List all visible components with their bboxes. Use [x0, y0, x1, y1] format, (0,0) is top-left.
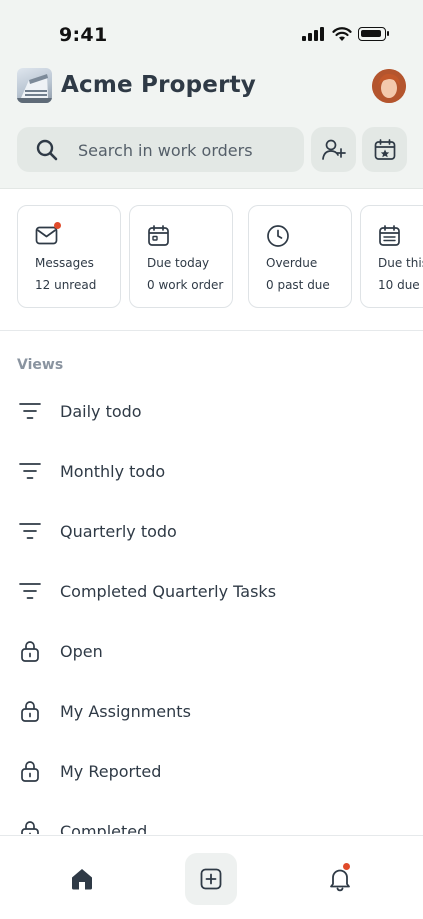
nav-add-button[interactable] — [185, 853, 237, 905]
lock-icon — [21, 821, 39, 834]
calendar-icon — [148, 225, 169, 246]
home-icon — [72, 869, 92, 890]
view-item-completed-quarterly[interactable]: Completed Quarterly Tasks — [0, 562, 423, 622]
view-item-completed[interactable]: Completed — [0, 802, 423, 834]
clock-icon — [267, 225, 289, 247]
search-placeholder: Search in work orders — [78, 141, 253, 160]
view-item-label: Quarterly todo — [60, 522, 177, 541]
view-item-my-assignments[interactable]: My Assignments — [0, 682, 423, 742]
due-this-card[interactable]: Due this 10 due in — [360, 205, 423, 308]
quick-cards: Messages 12 unread Due today 0 work orde… — [17, 205, 423, 309]
filter-icon — [19, 523, 41, 539]
view-item-label: Daily todo — [60, 402, 142, 421]
search-input[interactable]: Search in work orders — [17, 127, 304, 172]
view-item-monthly-todo[interactable]: Monthly todo — [0, 442, 423, 502]
bell-icon — [330, 869, 350, 892]
section-divider — [0, 330, 423, 331]
filter-icon — [19, 463, 41, 479]
avatar[interactable] — [372, 69, 406, 103]
views-list: Daily todo Monthly todo Quarterly todo C… — [0, 382, 423, 834]
card-subtitle: 0 work order — [147, 278, 224, 292]
view-item-quarterly-todo[interactable]: Quarterly todo — [0, 502, 423, 562]
calendar-list-icon — [379, 225, 400, 246]
views-section-title: Views — [17, 357, 64, 373]
card-subtitle: 10 due in — [378, 278, 423, 292]
add-user-icon — [321, 139, 346, 160]
view-item-open[interactable]: Open — [0, 622, 423, 682]
nav-notifications-button[interactable] — [314, 853, 366, 905]
nav-home-button[interactable] — [56, 853, 108, 905]
battery-icon — [358, 27, 389, 41]
card-title: Messages — [35, 256, 94, 270]
view-item-label: My Reported — [60, 762, 162, 781]
bottom-nav — [0, 835, 423, 919]
due-today-card[interactable]: Due today 0 work order — [129, 205, 233, 308]
view-item-my-reported[interactable]: My Reported — [0, 742, 423, 802]
view-item-label: Completed Quarterly Tasks — [60, 582, 277, 601]
calendar-star-button[interactable] — [362, 127, 407, 172]
add-user-button[interactable] — [311, 127, 356, 172]
card-title: Due today — [147, 256, 210, 270]
signal-icon — [302, 27, 324, 41]
view-item-label: My Assignments — [60, 702, 191, 721]
status-time: 9:41 — [59, 24, 108, 46]
card-subtitle: 12 unread — [35, 278, 97, 292]
wifi-icon — [332, 27, 352, 41]
add-square-icon — [200, 868, 222, 890]
filter-icon — [19, 403, 41, 419]
filter-icon — [19, 583, 41, 599]
unread-dot — [54, 222, 61, 229]
view-item-daily-todo[interactable]: Daily todo — [0, 382, 423, 442]
app-title: Acme Property — [61, 72, 257, 98]
status-icons — [302, 27, 392, 45]
view-item-label: Open — [60, 642, 103, 661]
card-subtitle: 0 past due — [266, 278, 330, 292]
lock-icon — [21, 641, 39, 662]
card-title: Overdue — [266, 256, 318, 270]
property-logo[interactable] — [17, 68, 52, 103]
overdue-card[interactable]: Overdue 0 past due — [248, 205, 352, 308]
notification-dot — [343, 863, 350, 870]
status-bar: 9:41 — [0, 0, 423, 60]
card-title: Due this — [378, 256, 423, 270]
lock-icon — [21, 701, 39, 722]
top-header-area: 9:41 Acme Property Search in work orders — [0, 0, 423, 189]
lock-icon — [21, 761, 39, 782]
messages-card[interactable]: Messages 12 unread — [17, 205, 121, 308]
view-item-label: Completed — [60, 822, 148, 834]
calendar-star-icon — [374, 138, 395, 160]
search-icon — [36, 139, 58, 161]
view-item-label: Monthly todo — [60, 462, 166, 481]
